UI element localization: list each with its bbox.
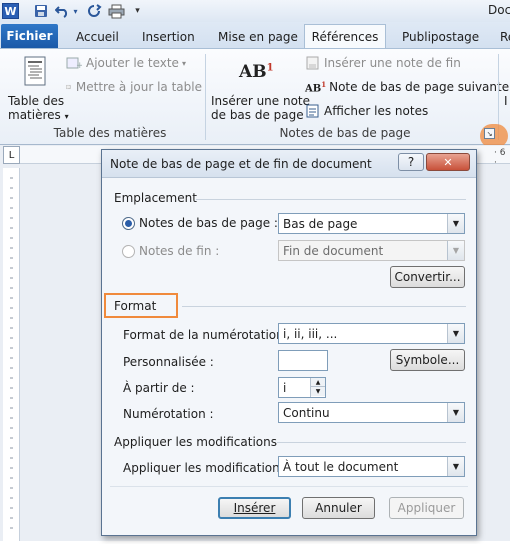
tab-fichier[interactable]: Fichier <box>1 24 58 48</box>
tab-revision[interactable]: Ré <box>500 25 510 48</box>
numbering-value: Continu <box>283 405 330 420</box>
number-format-value: i, ii, iii, ... <box>283 326 338 341</box>
window-title: Doc <box>488 3 510 17</box>
dropdown-arrow-icon: ▼ <box>447 403 464 422</box>
close-icon: ✕ <box>443 155 453 169</box>
update-table-label: Mettre à jour la table <box>75 80 202 94</box>
apply-to-select[interactable]: À tout le document ▼ <box>278 456 465 477</box>
print-icon[interactable] <box>107 3 125 19</box>
spin-up-icon[interactable]: ▲ <box>311 378 325 387</box>
radio-unselected-icon <box>122 244 135 258</box>
footnotes-group-label: Notes de bas de page <box>279 126 411 140</box>
start-at-spinner[interactable]: i ▲ ▼ <box>278 377 326 398</box>
dropdown-arrow-icon: ▼ <box>447 457 464 476</box>
next-group-peek: I <box>504 94 508 108</box>
footnote-dialog: Note de bas de page et de fin de documen… <box>101 149 477 536</box>
start-at-value: i <box>283 380 287 395</box>
show-notes-icon <box>306 104 319 118</box>
customize-icon[interactable]: ▾ <box>133 3 142 19</box>
format-section-header: Format <box>114 299 157 313</box>
insert-footnote-label-2: de bas de page <box>211 108 304 122</box>
footnotes-radio[interactable]: Notes de bas de page : <box>122 216 278 230</box>
footnotes-label: Notes de bas de page : <box>139 216 278 230</box>
section-divider <box>182 306 466 307</box>
undo-dropdown-icon[interactable]: ▾ <box>71 3 80 19</box>
endnotes-position-value: Fin de document <box>283 243 384 258</box>
tab-publipostage[interactable]: Publipostage <box>402 25 479 48</box>
section-divider <box>196 199 466 200</box>
toc-button-label-1: Table des <box>8 94 65 108</box>
dialog-launcher-icon[interactable]: ↘ <box>484 128 495 139</box>
update-table-button[interactable]: Mettre à jour la table <box>66 79 202 95</box>
next-footnote-button[interactable]: AB1 Note de bas de page suivante ▾ <box>305 79 509 95</box>
custom-mark-label: Personnalisée : <box>123 355 214 369</box>
tab-mise-en-page[interactable]: Mise en page <box>218 25 298 48</box>
endnotes-label: Notes de fin : <box>139 244 220 258</box>
undo-icon[interactable] <box>54 3 70 19</box>
endnotes-radio[interactable]: Notes de fin : <box>122 244 219 258</box>
numbering-select[interactable]: Continu ▼ <box>278 402 465 423</box>
insert-button[interactable]: Insérer <box>218 497 291 519</box>
add-text-label: Ajouter le texte <box>86 56 179 70</box>
insert-footnote-label-1: Insérer une note <box>211 94 311 108</box>
next-footnote-label: Note de bas de page suivante <box>329 80 510 94</box>
next-footnote-icon: AB1 <box>305 79 327 95</box>
vertical-ruler[interactable] <box>3 168 20 541</box>
toc-button-label-2: matières ▾ <box>8 108 69 122</box>
custom-mark-input[interactable] <box>278 350 328 371</box>
footnotes-position-select[interactable]: Bas de page ▼ <box>278 213 465 234</box>
insert-endnote-icon <box>306 56 319 70</box>
add-text-icon: + <box>66 57 82 70</box>
radio-selected-icon <box>122 216 135 230</box>
symbol-button[interactable]: Symbole... <box>390 349 465 371</box>
show-notes-label: Afficher les notes <box>324 104 429 118</box>
show-notes-button[interactable]: Afficher les notes <box>305 103 435 119</box>
section-divider <box>277 442 466 443</box>
dialog-title: Note de bas de page et de fin de documen… <box>110 157 372 171</box>
apply-section-header: Appliquer les modifications <box>114 435 277 449</box>
spin-down-icon[interactable]: ▼ <box>311 387 325 396</box>
button-divider <box>110 486 468 487</box>
number-format-select[interactable]: i, ii, iii, ... ▼ <box>278 323 465 344</box>
dropdown-arrow-icon: ▼ <box>447 214 464 233</box>
convert-button[interactable]: Convertir... <box>390 266 465 288</box>
svg-text:+: + <box>76 61 82 70</box>
footnotes-position-value: Bas de page <box>283 216 358 231</box>
insert-endnote-button[interactable]: Insérer une note de fin <box>305 55 465 71</box>
toc-button[interactable]: Table des matières ▾ <box>4 52 69 122</box>
ribbon-separator <box>205 54 206 140</box>
tab-selector-icon[interactable]: L <box>3 146 20 164</box>
numbering-label: Numérotation : <box>123 407 214 421</box>
tab-accueil[interactable]: Accueil <box>76 25 119 48</box>
start-at-label: À partir de : <box>123 381 195 395</box>
apply-to-value: À tout le document <box>283 459 399 474</box>
dropdown-arrow-icon: ▼ <box>447 241 464 260</box>
location-section-header: Emplacement <box>114 191 197 205</box>
toc-icon <box>24 56 46 86</box>
tab-references[interactable]: Références <box>304 24 386 49</box>
add-text-button[interactable]: + Ajouter le texte ▾ <box>66 55 186 71</box>
close-button[interactable]: ✕ <box>426 153 470 171</box>
dropdown-arrow-icon: ▼ <box>447 324 464 343</box>
update-table-icon <box>66 84 71 90</box>
apply-button[interactable]: Appliquer <box>389 497 464 519</box>
redo-icon[interactable] <box>86 3 102 19</box>
help-button[interactable]: ? <box>398 153 424 171</box>
endnotes-position-select[interactable]: Fin de document ▼ <box>278 240 465 261</box>
cancel-button[interactable]: Annuler <box>302 497 375 519</box>
save-icon[interactable] <box>33 3 48 19</box>
word-logo-icon[interactable]: W <box>2 3 19 19</box>
insert-footnote-icon: AB1 <box>239 62 274 82</box>
insert-footnote-button[interactable]: AB1 Insérer une note de bas de page <box>209 52 311 124</box>
tab-insertion[interactable]: Insertion <box>142 25 195 48</box>
insert-endnote-label: Insérer une note de fin <box>324 56 461 70</box>
number-format-label: Format de la numérotation : <box>123 328 292 342</box>
toc-group-label: Table des matières <box>53 126 167 140</box>
